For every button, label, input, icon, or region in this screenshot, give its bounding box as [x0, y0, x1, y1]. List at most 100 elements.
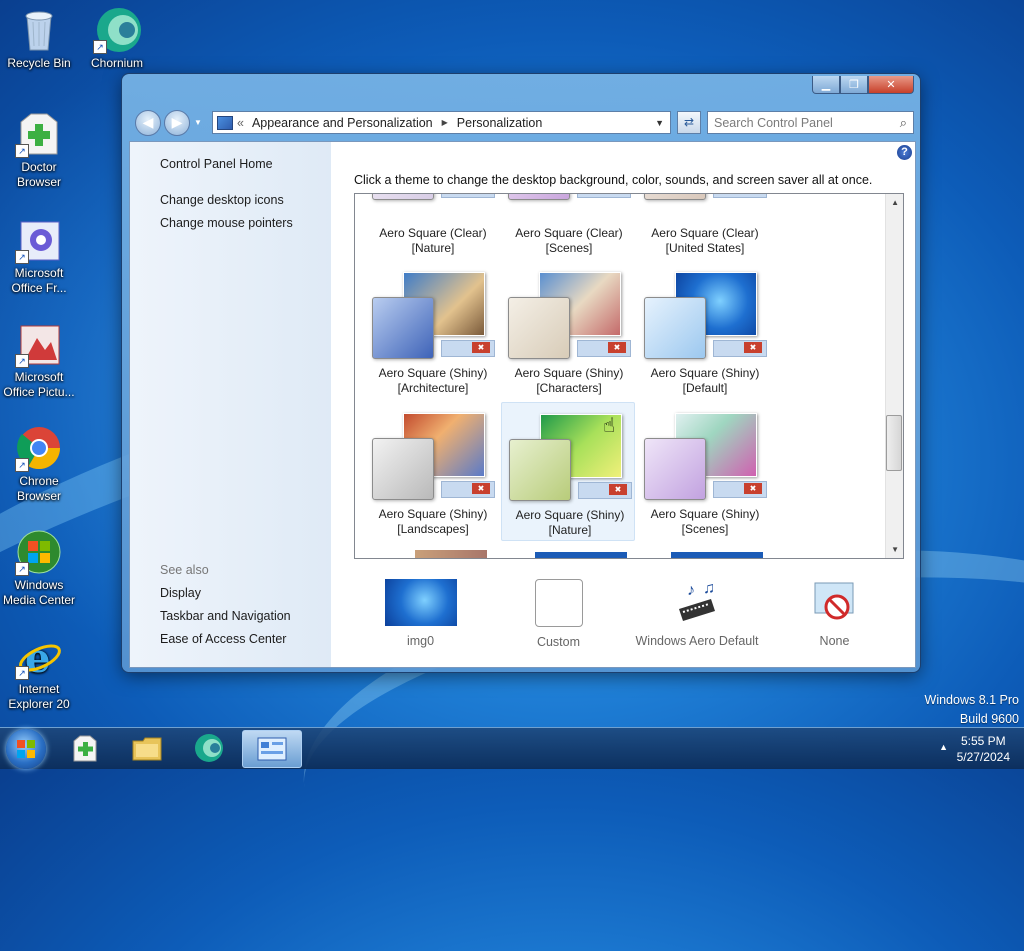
desktop-icon-doctor-browser[interactable]: ↗ Doctor Browser	[0, 110, 78, 190]
theme-tile[interactable]: ✖ Aero Square (Shiny) [Architecture]	[367, 267, 499, 404]
theme-label: Aero Square (Shiny) [Landscapes]	[378, 507, 488, 536]
scrollbar-thumb[interactable]	[886, 415, 902, 471]
screen-saver-icon	[811, 579, 859, 626]
shortcut-arrow-icon: ↗	[93, 40, 107, 54]
task-pane: Control Panel Home Change desktop icons …	[130, 142, 331, 667]
theme-label: Aero Square (Shiny) [Characters]	[514, 366, 624, 395]
desktop-icon-office-picture[interactable]: ↗ Microsoft Office Pictu...	[0, 320, 78, 400]
screen-saver-setting[interactable]: None	[787, 579, 882, 648]
svg-text:♪: ♪	[687, 582, 695, 599]
close-button[interactable]: ✕	[868, 76, 914, 94]
control-panel-home-link[interactable]: Control Panel Home	[160, 157, 273, 171]
chornium-icon: ↗	[93, 6, 141, 54]
address-bar[interactable]: « Appearance and Personalization ▶ Perso…	[212, 111, 671, 134]
forward-button[interactable]: ▶	[164, 110, 190, 136]
no-sound-icon: ✖	[472, 342, 490, 353]
search-placeholder: Search Control Panel	[714, 115, 833, 130]
start-button[interactable]	[6, 729, 46, 769]
scroll-down-icon[interactable]: ▼	[891, 545, 899, 554]
theme-peek	[535, 552, 627, 558]
taskbar-clock[interactable]: 5:55 PM 5/27/2024	[957, 733, 1010, 765]
theme-label: Aero Square (Shiny) [Nature]	[515, 508, 625, 537]
recent-pages-dropdown-icon[interactable]: ▼	[194, 118, 202, 127]
refresh-button[interactable]: ⇄	[677, 111, 701, 134]
theme-tile[interactable]: ✖ Aero Square (Clear)[Nature]	[367, 193, 499, 255]
breadcrumb-separator-icon[interactable]: ▶	[442, 118, 448, 127]
theme-tile-selected[interactable]: ✖ Aero Square (Shiny) [Nature] ☝	[501, 402, 635, 541]
doctor-browser-icon: ↗	[15, 110, 63, 158]
no-sound-icon: ✖	[472, 193, 490, 194]
desktop-icon-office-fr[interactable]: ↗ Microsoft Office Fr...	[0, 216, 78, 296]
theme-color-swatch	[508, 194, 570, 200]
theme-peek	[671, 552, 763, 558]
internet-explorer-icon: e ↗	[15, 632, 63, 682]
theme-list[interactable]: ✖ Aero Square (Clear)[Nature] ✖ Aero Squ…	[354, 193, 904, 559]
forward-arrow-icon: ▶	[171, 114, 183, 130]
taskbar-file-explorer[interactable]	[118, 730, 176, 766]
control-panel-icon	[217, 115, 233, 130]
change-mouse-pointers-link[interactable]: Change mouse pointers	[160, 216, 293, 230]
change-desktop-icons-link[interactable]: Change desktop icons	[160, 193, 284, 207]
theme-sound-badge: ✖	[578, 482, 632, 499]
theme-color-swatch	[509, 439, 571, 501]
breadcrumb-appearance[interactable]: Appearance and Personalization	[252, 116, 433, 130]
theme-tile[interactable]: ✖ Aero Square (Shiny) [Default]	[639, 267, 771, 404]
clock-date: 5/27/2024	[956, 750, 1010, 764]
theme-tile[interactable]: ✖ Aero Square (Shiny) [Scenes]	[639, 408, 771, 545]
sounds-setting[interactable]: ♪ ♫ Windows Aero Default	[627, 579, 767, 648]
ease-of-access-link[interactable]: Ease of Access Center	[160, 632, 286, 646]
theme-tile[interactable]: ✖ Aero Square (Clear)[United States]	[639, 193, 771, 255]
desktop-background-setting[interactable]: img0	[373, 579, 468, 648]
desktop-icon-internet-explorer[interactable]: e ↗ Internet Explorer 20	[0, 632, 78, 712]
theme-label: Aero Square (Shiny) [Default]	[650, 366, 760, 395]
refresh-icon: ⇄	[683, 115, 695, 129]
theme-sound-badge: ✖	[441, 481, 495, 498]
show-hidden-icons-button[interactable]: ▲	[939, 742, 948, 752]
back-button[interactable]: ◀	[135, 110, 161, 136]
theme-sound-badge: ✖	[713, 193, 767, 198]
search-input[interactable]: Search Control Panel ⌕	[707, 111, 914, 134]
desktop-icon-chornium[interactable]: ↗ Chornium	[78, 6, 156, 71]
sounds-icon: ♪ ♫	[673, 579, 721, 626]
help-icon[interactable]: ?	[897, 145, 912, 160]
theme-tile[interactable]: ✖ Aero Square (Shiny) [Characters]	[503, 267, 635, 404]
desktop-icon-label: Chornium	[90, 56, 144, 70]
chornium-icon	[195, 734, 223, 762]
desktop-icon-label: Doctor Browser	[16, 160, 61, 189]
desktop-icon-label: Windows Media Center	[2, 578, 76, 607]
breadcrumb-overflow[interactable]: «	[237, 116, 244, 130]
theme-tile[interactable]: ✖ Aero Square (Shiny) [Landscapes]	[367, 408, 499, 545]
no-sound-icon: ✖	[744, 193, 762, 194]
taskbar-doctor-browser[interactable]	[56, 730, 114, 766]
scroll-up-icon[interactable]: ▲	[891, 198, 899, 207]
recycle-bin-icon	[15, 6, 63, 54]
breadcrumb-personalization[interactable]: Personalization	[457, 116, 542, 130]
address-dropdown-icon[interactable]: ▼	[655, 118, 664, 128]
theme-label: Aero Square (Clear) [United States]	[651, 226, 759, 255]
taskbar-chornium[interactable]	[180, 730, 238, 766]
maximize-button[interactable]: ❐	[840, 76, 868, 94]
desktop-icon-chrone-browser[interactable]: ↗ Chrone Browser	[0, 424, 78, 504]
theme-peek	[415, 550, 487, 558]
taskbar-control-panel[interactable]	[242, 730, 302, 768]
svg-text:♫: ♫	[703, 580, 715, 597]
window-color-label: Custom	[536, 635, 581, 649]
chrone-browser-icon: ↗	[15, 424, 63, 472]
desktop-icon-windows-media-center[interactable]: ↗ Windows Media Center	[0, 528, 78, 608]
desktop-icon-label: Microsoft Office Fr...	[11, 266, 67, 295]
theme-tile[interactable]: ✖ Aero Square (Clear)[Scenes]	[503, 194, 635, 255]
theme-color-swatch	[372, 438, 434, 500]
desktop-icon-label: Chrone Browser	[16, 474, 61, 503]
theme-list-scrollbar[interactable]: ▲ ▼	[885, 194, 903, 558]
desktop-icon-recycle-bin[interactable]: Recycle Bin	[0, 6, 78, 71]
no-sound-icon: ✖	[608, 342, 626, 353]
desktop-background-icon	[384, 579, 457, 626]
minimize-button[interactable]: ▁	[812, 76, 840, 94]
taskbar-navigation-link[interactable]: Taskbar and Navigation	[160, 609, 291, 623]
window-color-setting[interactable]: Custom	[511, 579, 606, 649]
display-link[interactable]: Display	[160, 586, 201, 600]
folder-icon	[132, 737, 162, 761]
search-icon[interactable]: ⌕	[900, 115, 907, 131]
intro-text: Click a theme to change the desktop back…	[354, 173, 873, 187]
windows-logo-icon	[17, 740, 35, 758]
